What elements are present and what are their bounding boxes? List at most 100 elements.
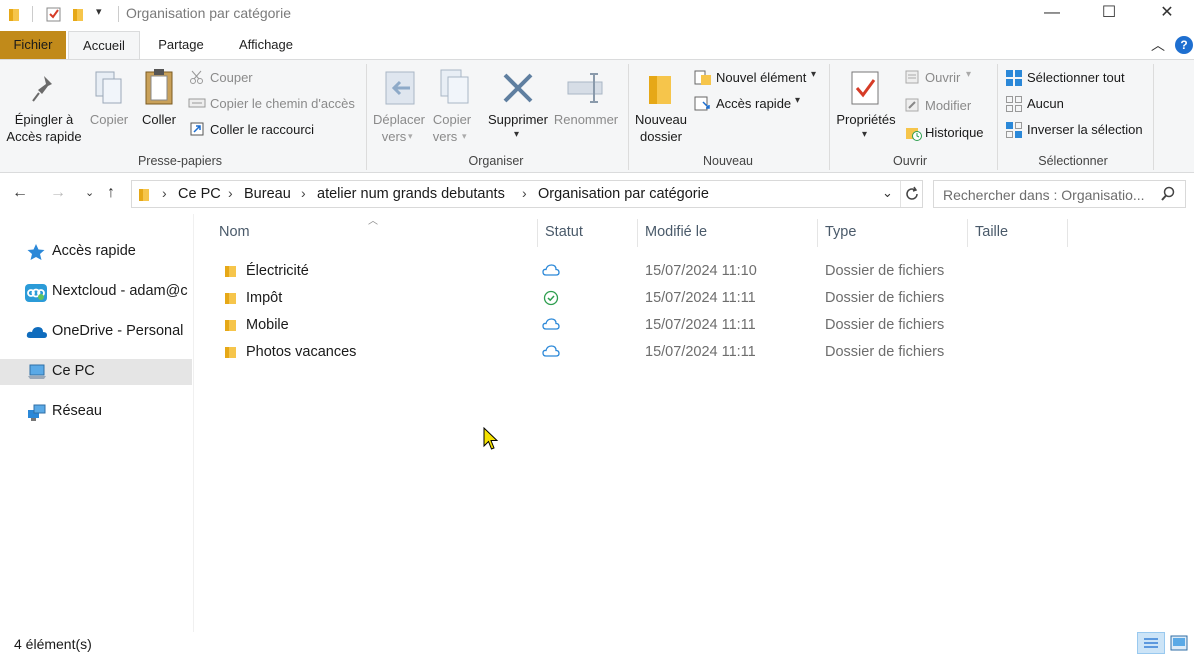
pin-icon bbox=[30, 74, 58, 107]
breadcrumb-separator[interactable]: › bbox=[228, 185, 233, 201]
tab-partage[interactable]: Partage bbox=[146, 31, 216, 59]
copy-button[interactable]: Copier bbox=[86, 111, 132, 128]
column-header-taille[interactable]: Taille bbox=[975, 224, 1008, 240]
tab-accueil[interactable]: Accueil bbox=[68, 31, 140, 59]
easy-access-button[interactable]: Accès rapide bbox=[716, 96, 791, 111]
search-placeholder[interactable]: Rechercher dans : Organisatio... bbox=[943, 187, 1145, 203]
column-separator[interactable] bbox=[637, 219, 638, 247]
large-icons-view-button[interactable] bbox=[1169, 634, 1189, 655]
address-history-dropdown-icon[interactable]: ⌄ bbox=[882, 185, 893, 201]
column-header-nom[interactable]: Nom bbox=[219, 224, 250, 240]
onedrive-icon bbox=[26, 324, 48, 340]
customize-toolbar-icon[interactable]: ▾ bbox=[96, 5, 102, 18]
group-title-presse-papiers: Presse-papiers bbox=[137, 154, 223, 168]
rename-button[interactable]: Renommer bbox=[552, 111, 620, 128]
copy-to-button-label-1[interactable]: Copier bbox=[428, 111, 476, 128]
new-folder-large-icon bbox=[646, 70, 676, 109]
sidebar-item-onedrive[interactable]: OneDrive - Personal bbox=[0, 319, 192, 345]
table-row[interactable]: Électricité 15/07/2024 11:10 Dossier de … bbox=[214, 258, 1114, 284]
up-arrow-icon[interactable]: ↑ bbox=[107, 184, 115, 202]
file-type: Dossier de fichiers bbox=[825, 290, 945, 306]
collapse-ribbon-icon[interactable]: ︿ bbox=[1151, 35, 1165, 55]
file-modified: 15/07/2024 11:10 bbox=[645, 263, 757, 279]
tab-affichage[interactable]: Affichage bbox=[226, 31, 306, 59]
column-header-statut[interactable]: Statut bbox=[545, 224, 583, 240]
tab-fichier[interactable]: Fichier bbox=[0, 31, 66, 59]
pin-button-label-1[interactable]: Épingler à bbox=[4, 111, 84, 128]
move-to-button-label-1[interactable]: Déplacer bbox=[370, 111, 428, 128]
search-box[interactable]: Rechercher dans : Organisatio... bbox=[933, 180, 1186, 208]
nextcloud-icon bbox=[25, 284, 47, 302]
properties-button[interactable]: Propriétés bbox=[832, 111, 900, 128]
copy-to-dropdown-icon: ▾ bbox=[462, 131, 467, 141]
history-button[interactable]: Historique bbox=[925, 125, 984, 140]
address-bar[interactable]: › Ce PC › Bureau › atelier num grands de… bbox=[131, 180, 923, 208]
column-separator[interactable] bbox=[1067, 219, 1068, 247]
breadcrumb-separator[interactable]: › bbox=[162, 185, 167, 201]
new-item-button[interactable]: Nouvel élément bbox=[716, 70, 806, 85]
copy-path-button[interactable]: Copier le chemin d'accès bbox=[210, 96, 355, 111]
delete-button[interactable]: Supprimer bbox=[486, 111, 550, 128]
column-header-type[interactable]: Type bbox=[825, 224, 856, 240]
copy-to-button-label-2[interactable]: vers bbox=[424, 128, 466, 145]
new-folder-icon[interactable] bbox=[72, 6, 86, 22]
minimize-button[interactable]: — bbox=[1023, 0, 1081, 28]
breadcrumb-item[interactable]: atelier num grands debutants bbox=[317, 186, 505, 202]
file-type: Dossier de fichiers bbox=[825, 344, 945, 360]
recent-locations-icon[interactable]: ⌄ bbox=[85, 186, 94, 199]
breadcrumb-item[interactable]: Bureau bbox=[244, 186, 291, 202]
breadcrumb-item[interactable]: Organisation par catégorie bbox=[538, 186, 709, 202]
sidebar-item-label: Nextcloud - adam@c bbox=[52, 283, 188, 299]
sidebar-item-acces-rapide[interactable]: Accès rapide bbox=[0, 239, 192, 265]
item-count: 4 élément(s) bbox=[14, 636, 92, 652]
select-none-button[interactable]: Aucun bbox=[1027, 96, 1064, 111]
invert-selection-button[interactable]: Inverser la sélection bbox=[1027, 122, 1143, 137]
column-separator[interactable] bbox=[967, 219, 968, 247]
table-row[interactable]: Mobile 15/07/2024 11:11 Dossier de fichi… bbox=[214, 312, 1114, 338]
details-view-button[interactable] bbox=[1137, 632, 1165, 654]
rename-icon bbox=[566, 70, 606, 109]
file-name[interactable]: Mobile bbox=[246, 317, 289, 333]
paste-button[interactable]: Coller bbox=[137, 111, 181, 128]
window-title: Organisation par catégorie bbox=[126, 5, 291, 21]
properties-check-icon[interactable] bbox=[46, 6, 61, 22]
select-all-button[interactable]: Sélectionner tout bbox=[1027, 70, 1125, 85]
close-button[interactable]: ✕ bbox=[1138, 0, 1194, 28]
breadcrumb-separator[interactable]: › bbox=[522, 185, 527, 201]
pin-button-label-2[interactable]: Accès rapide bbox=[4, 128, 84, 145]
cut-button[interactable]: Couper bbox=[210, 70, 253, 85]
open-button[interactable]: Ouvrir bbox=[925, 70, 960, 85]
maximize-button[interactable]: ☐ bbox=[1080, 0, 1138, 28]
new-item-icon bbox=[694, 70, 712, 85]
group-title-ouvrir: Ouvrir bbox=[892, 154, 928, 168]
new-folder-button-label-2[interactable]: dossier bbox=[630, 128, 692, 145]
new-folder-button-label-1[interactable]: Nouveau bbox=[630, 111, 692, 128]
paste-shortcut-button[interactable]: Coller le raccourci bbox=[210, 122, 314, 137]
breadcrumb-separator[interactable]: › bbox=[301, 185, 306, 201]
help-icon[interactable]: ? bbox=[1175, 36, 1193, 54]
file-name[interactable]: Photos vacances bbox=[246, 344, 356, 360]
table-row[interactable]: Photos vacances 15/07/2024 11:11 Dossier… bbox=[214, 339, 1114, 365]
breadcrumb-item[interactable]: Ce PC bbox=[178, 186, 221, 202]
column-separator[interactable] bbox=[817, 219, 818, 247]
file-name[interactable]: Électricité bbox=[246, 263, 309, 279]
file-name[interactable]: Impôt bbox=[246, 290, 282, 306]
sidebar-item-ce-pc[interactable]: Ce PC bbox=[0, 359, 192, 385]
search-icon[interactable] bbox=[1160, 186, 1176, 205]
sidebar-item-nextcloud[interactable]: Nextcloud - adam@c bbox=[0, 279, 192, 305]
edit-button[interactable]: Modifier bbox=[925, 98, 971, 113]
back-arrow-icon[interactable]: ← bbox=[12, 184, 28, 202]
column-header-modifie-le[interactable]: Modifié le bbox=[645, 224, 707, 240]
group-separator bbox=[829, 64, 830, 170]
cloud-icon bbox=[542, 264, 560, 279]
column-separator[interactable] bbox=[537, 219, 538, 247]
forward-arrow-icon[interactable]: → bbox=[50, 184, 66, 202]
refresh-icon[interactable] bbox=[904, 186, 920, 205]
table-row[interactable]: Impôt 15/07/2024 11:11 Dossier de fichie… bbox=[214, 285, 1114, 311]
folder-icon bbox=[138, 187, 152, 206]
file-list: ︿ Nom Statut Modifié le Type Taille Élec… bbox=[193, 214, 1194, 632]
sidebar-item-label: Réseau bbox=[52, 403, 102, 419]
sidebar-item-reseau[interactable]: Réseau bbox=[0, 399, 192, 425]
navigation-pane: Accès rapide Nextcloud - adam@c OneDrive… bbox=[0, 214, 193, 632]
copy-path-icon bbox=[188, 97, 206, 111]
